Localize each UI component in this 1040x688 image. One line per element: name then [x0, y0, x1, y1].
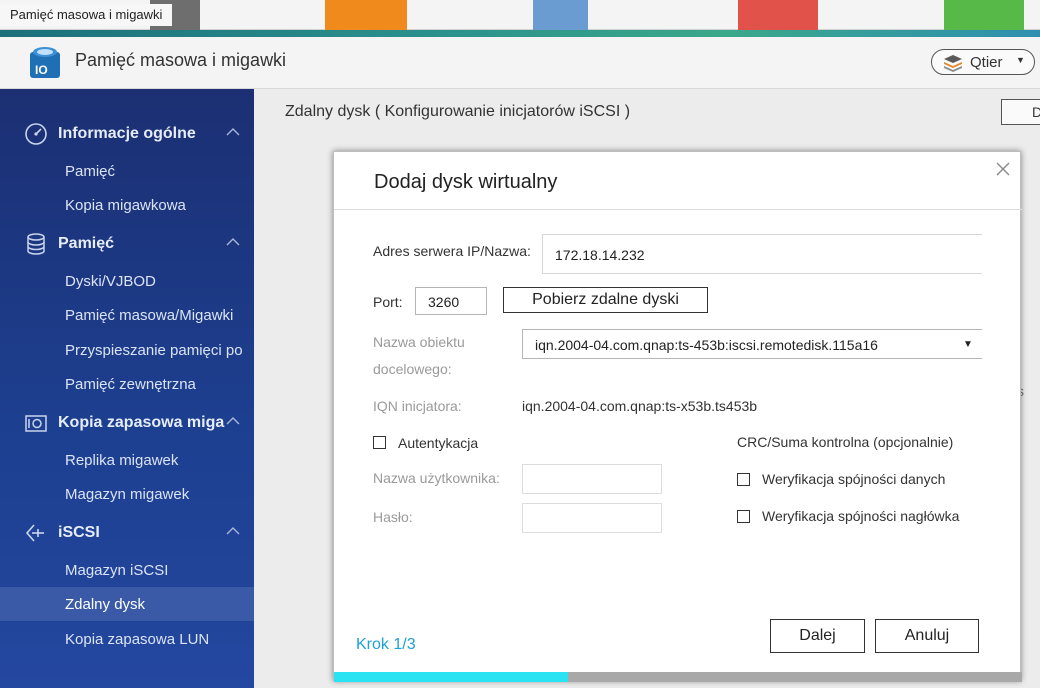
caret-down-icon: ▼ — [1016, 55, 1025, 65]
sidebar-item-pamiec-masowa-migawki[interactable]: Pamięć masowa/Migawki — [0, 298, 254, 332]
qtier-label: Qtier — [970, 54, 1003, 71]
sidebar-section-label: Kopia zapasowa miga — [58, 414, 225, 431]
port-label: Port: — [373, 294, 403, 310]
page-title: Zdalny dysk ( Konfigurowanie inicjatorów… — [285, 103, 631, 120]
sidebar-item-label: Magazyn iSCSI — [65, 562, 169, 579]
chevron-up-icon — [226, 238, 240, 246]
wizard-progress-bar — [334, 672, 1022, 682]
sidebar-item-magazyn-migawek[interactable]: Magazyn migawek — [0, 477, 254, 511]
fetch-remote-disks-button[interactable]: Pobierz zdalne dyski — [503, 287, 708, 313]
background-app-tile — [533, 0, 588, 30]
server-address-input[interactable]: 172.18.14.232 — [542, 234, 982, 274]
divider — [334, 209, 1022, 210]
sidebar-item-label: Magazyn migawek — [65, 486, 190, 503]
sidebar-section-storage[interactable]: Pamięć — [0, 227, 254, 261]
sidebar-item-zdalny-dysk[interactable]: Zdalny dysk — [0, 587, 254, 621]
server-address-label: Adres serwera IP/Nazwa: — [373, 243, 531, 259]
sidebar-item-kopia-migawkowa[interactable]: Kopia migawkowa — [0, 188, 254, 222]
cancel-button[interactable]: Anuluj — [875, 619, 979, 653]
sidebar-item-dyski-vjbod[interactable]: Dyski/VJBOD — [0, 264, 254, 298]
data-digest-label: Weryfikacja spójności danych — [762, 471, 946, 487]
accent-strip — [0, 30, 1040, 37]
target-name-label-line1: Nazwa obiektu — [373, 334, 465, 350]
password-input[interactable] — [522, 503, 662, 533]
sidebar-item-pamiec-zewnetrzna[interactable]: Pamięć zewnętrzna — [0, 367, 254, 401]
username-label: Nazwa użytkownika: — [373, 470, 500, 486]
sidebar-section-iscsi[interactable]: iSCSI — [0, 516, 254, 550]
background-app-tile — [325, 0, 407, 30]
main-action-button[interactable]: D — [1001, 99, 1040, 125]
authentication-label: Autentykacja — [398, 435, 479, 451]
sidebar-item-label: Kopia zapasowa LUN — [65, 631, 210, 648]
initiator-iqn-value: iqn.2004-04.com.qnap:ts-x53b.ts453b — [522, 398, 758, 414]
port-input[interactable]: 3260 — [415, 287, 487, 315]
step-indicator: Krok 1/3 — [356, 636, 416, 653]
chevron-up-icon — [226, 527, 240, 535]
password-label: Hasło: — [373, 509, 413, 525]
target-name-label-line2: docelowego: — [373, 361, 452, 377]
qtier-button[interactable]: Qtier ▼ — [931, 49, 1035, 75]
sidebar-item-label: Pamięć masowa/Migawki — [65, 307, 234, 324]
header-digest-checkbox[interactable] — [737, 510, 750, 523]
target-name-value: iqn.2004-04.com.qnap:ts-453b:iscsi.remot… — [535, 337, 878, 353]
gauge-icon — [25, 123, 47, 145]
sidebar-section-snapshot-backup[interactable]: Kopia zapasowa miga — [0, 406, 254, 440]
sidebar-item-przyspieszanie[interactable]: Przyspieszanie pamięci po — [0, 333, 254, 367]
sidebar-item-label: Dyski/VJBOD — [65, 273, 156, 290]
data-digest-checkbox[interactable] — [737, 473, 750, 486]
header-digest-label: Weryfikacja spójności nagłówka — [762, 508, 960, 524]
background-app-tile — [944, 0, 1024, 30]
sidebar-item-magazyn-iscsi[interactable]: Magazyn iSCSI — [0, 553, 254, 587]
layers-icon — [944, 55, 962, 72]
app-title: Pamięć masowa i migawki — [75, 50, 287, 70]
authentication-checkbox[interactable] — [373, 436, 386, 449]
sidebar-section-label: iSCSI — [58, 524, 100, 541]
chevron-up-icon — [226, 128, 240, 136]
next-button[interactable]: Dalej — [770, 619, 865, 653]
sidebar-item-label: Pamięć zewnętrzna — [65, 376, 196, 393]
iscsi-icon — [25, 524, 44, 542]
sidebar-item-kopia-zapasowa-lun[interactable]: Kopia zapasowa LUN — [0, 622, 254, 656]
username-input[interactable] — [522, 464, 662, 494]
sidebar-item-label: Zdalny dysk — [65, 596, 146, 613]
sidebar-item-pamiec-overview[interactable]: Pamięć — [0, 154, 254, 188]
window-title-bar: Pamięć masowa i migawki — [0, 0, 1040, 30]
sidebar-section-overview[interactable]: Informacje ogólne — [0, 117, 254, 151]
chevron-up-icon — [226, 417, 240, 425]
sidebar-item-label: Przyspieszanie pamięci po — [65, 342, 243, 359]
dialog-title: Dodaj dysk wirtualny — [374, 171, 558, 193]
sidebar-item-label: Kopia migawkowa — [65, 197, 186, 214]
window-title: Pamięć masowa i migawki — [0, 4, 173, 26]
camera-icon — [25, 415, 47, 432]
database-icon — [27, 233, 45, 255]
sidebar-section-label: Pamięć — [58, 235, 115, 252]
sidebar-item-label: Replika migawek — [65, 452, 179, 469]
app-header: IO Pamięć masowa i migawki Qtier ▼ — [0, 37, 1040, 89]
wizard-progress-fill — [334, 672, 568, 682]
caret-down-icon: ▼ — [963, 339, 973, 350]
sidebar-item-label: Pamięć — [65, 163, 116, 180]
sidebar-section-label: Informacje ogólne — [58, 125, 196, 142]
storage-app-icon: IO — [30, 47, 60, 78]
close-icon[interactable] — [994, 160, 1012, 178]
target-name-select[interactable]: iqn.2004-04.com.qnap:ts-453b:iscsi.remot… — [522, 329, 982, 359]
add-virtual-disk-dialog: Dodaj dysk wirtualny Adres serwera IP/Na… — [333, 151, 1022, 682]
initiator-iqn-label: IQN inicjatora: — [373, 398, 462, 414]
svg-text:IO: IO — [35, 63, 48, 77]
sidebar: Informacje ogólne Pamięć Kopia migawkowa… — [0, 89, 254, 688]
background-app-tile — [738, 0, 818, 30]
sidebar-item-replika-migawek[interactable]: Replika migawek — [0, 443, 254, 477]
crc-heading: CRC/Suma kontrolna (opcjonalnie) — [737, 434, 954, 450]
